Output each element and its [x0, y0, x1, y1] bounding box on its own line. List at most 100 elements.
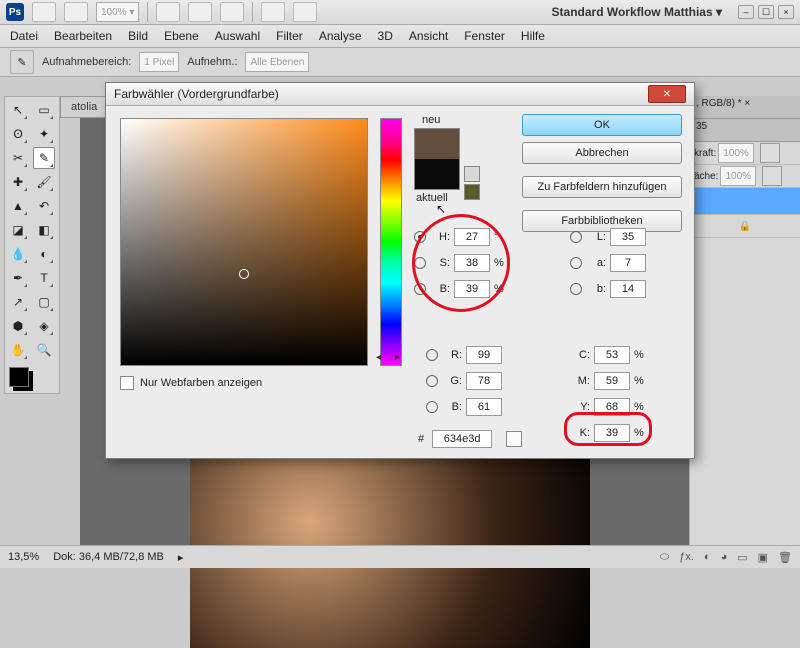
eyedropper-icon[interactable]: ✎: [10, 50, 34, 74]
menu-filter[interactable]: Filter: [276, 29, 303, 43]
workflow-dropdown[interactable]: Standard Workflow Matthias ▾: [552, 5, 722, 19]
zoom-pct[interactable]: 13,5%: [8, 551, 39, 563]
sb-fx-icon[interactable]: ƒx.: [679, 551, 694, 564]
rp-tab-rgb[interactable]: , RGB/8) * ×: [690, 96, 800, 119]
tool-hand[interactable]: ✋: [7, 339, 29, 361]
input-k[interactable]: 39: [594, 424, 630, 442]
tool-crop[interactable]: ✂: [7, 147, 29, 169]
dialog-title-bar[interactable]: Farbwähler (Vordergrundfarbe) ✕: [106, 83, 694, 106]
doc-tab-left[interactable]: atolia: [60, 96, 108, 118]
input-b2[interactable]: 14: [610, 280, 646, 298]
screen-icon[interactable]: [293, 2, 317, 22]
web-only-checkbox[interactable]: Nur Webfarben anzeigen: [120, 376, 262, 390]
menu-hilfe[interactable]: Hilfe: [521, 29, 545, 43]
hand-icon[interactable]: [156, 2, 180, 22]
menu-ebene[interactable]: Ebene: [164, 29, 199, 43]
mb-icon[interactable]: [64, 2, 88, 22]
br-icon[interactable]: [32, 2, 56, 22]
restore-button[interactable]: ☐: [758, 5, 774, 19]
radio-h[interactable]: [414, 231, 426, 243]
input-h[interactable]: 27: [454, 228, 490, 246]
tool-stamp[interactable]: ▲: [7, 195, 29, 217]
tool-history[interactable]: ↶: [33, 195, 55, 217]
input-m[interactable]: 59: [594, 372, 630, 390]
tool-type[interactable]: T: [33, 267, 55, 289]
input-s[interactable]: 38: [454, 254, 490, 272]
color-swatch[interactable]: [9, 367, 29, 387]
radio-b[interactable]: [414, 283, 426, 295]
radio-g[interactable]: [426, 375, 438, 387]
tool-blur[interactable]: 💧: [7, 243, 29, 265]
rp-tab-35[interactable]: 35: [690, 119, 800, 142]
tool-shape[interactable]: ▢: [33, 291, 55, 313]
input-b[interactable]: 39: [454, 280, 490, 298]
menu-ansicht[interactable]: Ansicht: [409, 29, 448, 43]
input-y[interactable]: 68: [594, 398, 630, 416]
sb-folder-icon[interactable]: ▭: [737, 551, 747, 564]
tool-marquee[interactable]: ▭: [33, 99, 55, 121]
tool-heal[interactable]: ✚: [7, 171, 29, 193]
menu-3d[interactable]: 3D: [378, 29, 393, 43]
rp-icon1[interactable]: [760, 143, 780, 163]
hue-slider[interactable]: [380, 118, 402, 366]
tool-zoom[interactable]: 🔍: [33, 339, 55, 361]
sb-new-icon[interactable]: ▣: [758, 551, 768, 564]
websafe-icon[interactable]: [464, 184, 480, 200]
cancel-button[interactable]: Abbrechen: [522, 142, 682, 164]
tool-lasso[interactable]: ʘ: [7, 123, 29, 145]
tool-wand[interactable]: ✦: [33, 123, 55, 145]
cube-icon[interactable]: [464, 166, 480, 182]
color-cursor[interactable]: [239, 269, 249, 279]
radio-a[interactable]: [570, 257, 582, 269]
dialog-close-button[interactable]: ✕: [648, 85, 686, 103]
menu-datei[interactable]: Datei: [10, 29, 38, 43]
flache-input[interactable]: 100%: [720, 166, 756, 186]
input-a[interactable]: 7: [610, 254, 646, 272]
input-bb[interactable]: 61: [466, 398, 502, 416]
menu-analyse[interactable]: Analyse: [319, 29, 362, 43]
kraft-input[interactable]: 100%: [718, 143, 754, 163]
menu-fenster[interactable]: Fenster: [464, 29, 505, 43]
sample-layers-select[interactable]: Alle Ebenen: [245, 52, 309, 72]
tool-pen[interactable]: ✒: [7, 267, 29, 289]
arrange-icon[interactable]: [261, 2, 285, 22]
rp-icon2[interactable]: [762, 166, 782, 186]
add-swatch-button[interactable]: Zu Farbfeldern hinzufügen: [522, 176, 682, 198]
input-g[interactable]: 78: [466, 372, 502, 390]
menu-bild[interactable]: Bild: [128, 29, 148, 43]
ok-button[interactable]: OK: [522, 114, 682, 136]
tool-eyedropper[interactable]: ✎: [33, 147, 55, 169]
tool-3d[interactable]: ⬢: [7, 315, 29, 337]
radio-r[interactable]: [426, 349, 438, 361]
tool-brush[interactable]: 🖌: [33, 171, 55, 193]
hex-input[interactable]: 634e3d: [432, 430, 492, 448]
input-c[interactable]: 53: [594, 346, 630, 364]
hex-swatch[interactable]: [506, 431, 522, 447]
tool-dodge[interactable]: ◐: [33, 243, 55, 265]
menu-auswahl[interactable]: Auswahl: [215, 29, 260, 43]
zoom-select[interactable]: 100% ▾: [96, 2, 139, 22]
rotate-icon[interactable]: [220, 2, 244, 22]
layer-hl[interactable]: [690, 188, 800, 215]
tool-3d2[interactable]: ◈: [33, 315, 55, 337]
input-l[interactable]: 35: [610, 228, 646, 246]
sample-size-select[interactable]: 1 Pixel: [139, 52, 179, 72]
input-r[interactable]: 99: [466, 346, 502, 364]
menu-bearbeiten[interactable]: Bearbeiten: [54, 29, 112, 43]
radio-b2[interactable]: [570, 283, 582, 295]
radio-bb[interactable]: [426, 401, 438, 413]
sb-adj-icon[interactable]: ◕: [721, 551, 728, 564]
color-field[interactable]: [120, 118, 368, 366]
sb-mask-icon[interactable]: ◐: [704, 551, 711, 564]
sb-link-icon[interactable]: ⬭: [660, 551, 669, 564]
minimize-button[interactable]: –: [738, 5, 754, 19]
tool-gradient[interactable]: ◧: [33, 219, 55, 241]
tool-move[interactable]: ↖: [7, 99, 29, 121]
zoom-icon[interactable]: [188, 2, 212, 22]
sb-trash-icon[interactable]: 🗑: [778, 551, 792, 564]
radio-l[interactable]: [570, 231, 582, 243]
radio-s[interactable]: [414, 257, 426, 269]
tool-eraser[interactable]: ◪: [7, 219, 29, 241]
tool-path[interactable]: ↗: [7, 291, 29, 313]
close-button[interactable]: ×: [778, 5, 794, 19]
